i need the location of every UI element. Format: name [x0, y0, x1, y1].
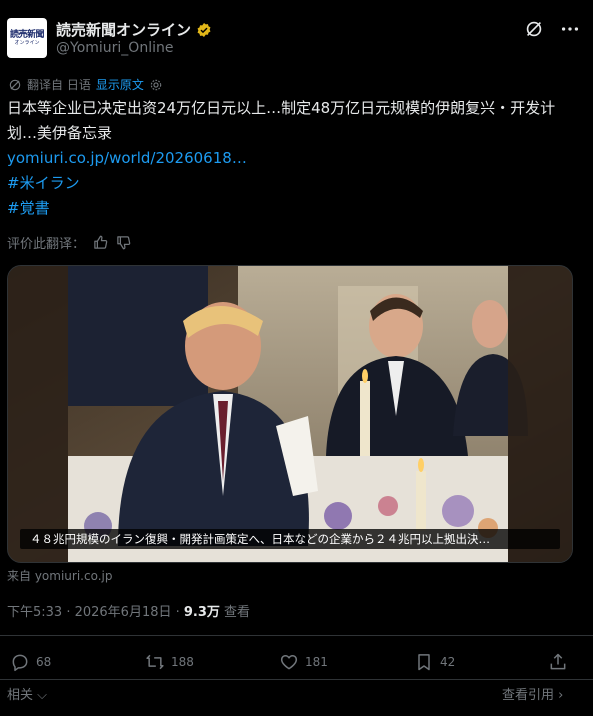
translation-bar: 翻译自 日语 显示原文	[8, 76, 163, 93]
chevron-right-icon: ›	[558, 688, 564, 703]
hashtag-memo[interactable]: #覚書	[7, 196, 579, 221]
view-quotes-label: 查看引用	[502, 688, 555, 703]
link-source[interactable]: 来自 yomiuri.co.jp	[7, 567, 112, 584]
view-count-label: 查看	[219, 605, 251, 620]
like-button[interactable]: 181	[279, 652, 328, 672]
post-body: 日本等企业已决定出资24万亿日元以上…制定48万亿日元规模的伊朗复兴・开发计划……	[7, 96, 579, 221]
divider	[0, 679, 593, 680]
verified-badge-icon	[197, 22, 211, 37]
avatar-logo-subtext: オンライン	[14, 39, 40, 46]
bookmark-button[interactable]: 42	[414, 652, 455, 672]
reply-icon	[12, 654, 28, 672]
chevron-down-icon: ⌵	[37, 688, 48, 703]
repost-button[interactable]: 188	[145, 652, 194, 672]
share-button[interactable]	[548, 652, 568, 672]
translate-icon	[9, 79, 21, 90]
thumbs-up-icon[interactable]	[93, 235, 108, 250]
action-bar: 68 188 181 42	[0, 652, 593, 672]
more-options-icon[interactable]	[559, 18, 581, 40]
repost-icon	[146, 654, 164, 670]
account-name-row[interactable]: 読売新聞オンライン	[56, 19, 212, 40]
post-timestamp[interactable]: 下午5:33 · 2026年6月18日 ·	[7, 605, 184, 620]
related-label: 相关	[7, 688, 34, 703]
rate-translation-row: 评价此翻译：	[7, 233, 131, 252]
hashtag-iran[interactable]: #米イラン	[7, 171, 579, 196]
bookmark-icon	[418, 654, 430, 671]
avatar-logo-text: 読売新聞	[9, 29, 45, 40]
like-count: 181	[305, 655, 328, 669]
show-original-link[interactable]: 显示原文	[96, 76, 144, 93]
post-text: 日本等企业已决定出资24万亿日元以上…制定48万亿日元规模的伊朗复兴・开发计划……	[7, 99, 556, 142]
reply-button[interactable]: 68	[10, 652, 51, 672]
video-thumbnail[interactable]	[7, 265, 573, 563]
rate-translation-label: 评价此翻译：	[7, 237, 86, 252]
video-scene-image	[8, 266, 572, 562]
share-icon	[550, 653, 566, 670]
post-meta: 下午5:33 · 2026年6月18日 · 9.3万 查看	[7, 601, 250, 620]
view-quotes-link[interactable]: 查看引用 ›	[502, 684, 563, 703]
account-handle[interactable]: @Yomiuri_Online	[56, 40, 173, 56]
grok-icon[interactable]	[523, 18, 545, 40]
divider	[0, 635, 593, 636]
repost-count: 188	[171, 655, 194, 669]
account-name[interactable]: 読売新聞オンライン	[56, 19, 191, 40]
bookmark-count: 42	[440, 655, 456, 669]
reply-count: 68	[36, 655, 52, 669]
video-caption: ４８兆円規模のイラン復興・開発計画策定へ、日本などの企業から２４兆円以上拠出決…	[20, 529, 560, 549]
view-count: 9.3万	[183, 605, 220, 620]
avatar[interactable]: 読売新聞 オンライン	[7, 18, 47, 58]
heart-icon	[280, 655, 298, 670]
related-dropdown[interactable]: 相关 ⌵	[7, 684, 47, 703]
settings-gear-icon[interactable]	[149, 78, 163, 92]
post-link[interactable]: yomiuri.co.jp/world/20260618…	[7, 146, 579, 171]
translation-label: 翻译自 日语	[27, 78, 91, 92]
thumbs-down-icon[interactable]	[116, 235, 131, 250]
